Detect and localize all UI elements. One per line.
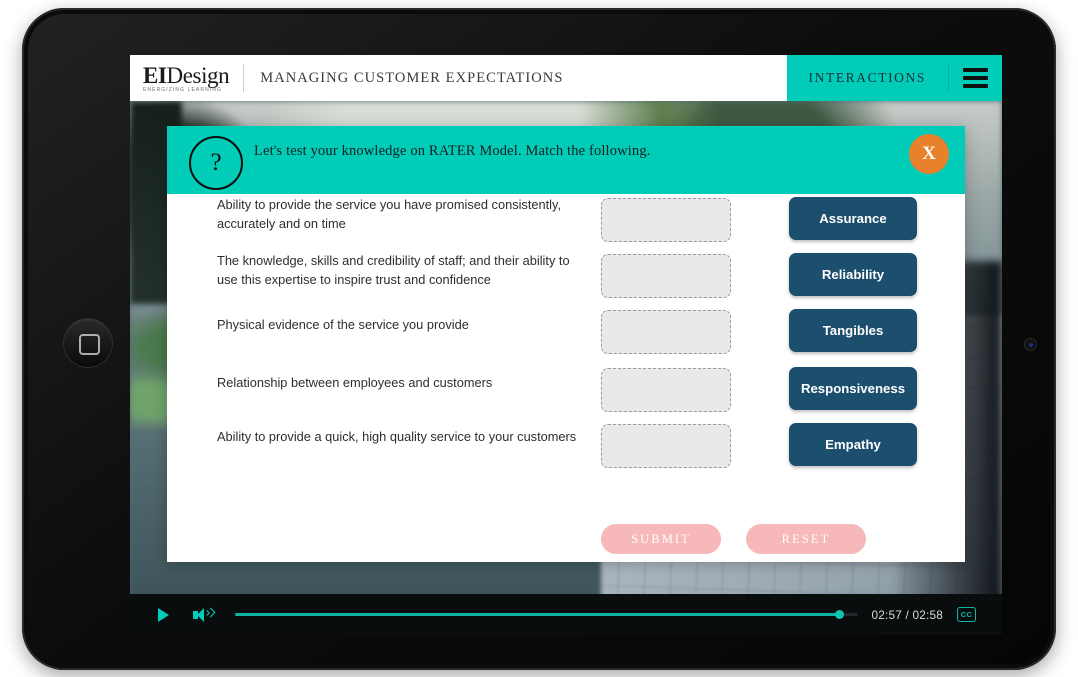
hamburger-bar: [963, 84, 988, 88]
quiz-actions: SUBMIT RESET: [601, 524, 866, 554]
submit-button[interactable]: SUBMIT: [601, 524, 721, 554]
logo-text: EIDesign: [143, 62, 230, 88]
drop-zone[interactable]: [601, 198, 731, 242]
front-camera-icon: [1025, 339, 1036, 350]
header-divider: [243, 64, 245, 92]
volume-icon[interactable]: [193, 607, 216, 623]
quiz-modal-header: ? Let's test your knowledge on RATER Mod…: [167, 126, 965, 194]
hamburger-bar: [963, 68, 988, 72]
option-button-assurance[interactable]: Assurance: [789, 197, 917, 240]
drop-zone[interactable]: [601, 310, 731, 354]
reset-button[interactable]: RESET: [746, 524, 866, 554]
closed-caption-icon[interactable]: CC: [957, 607, 976, 622]
match-row: Ability to provide a quick, high quality…: [167, 416, 965, 470]
quiz-modal: ? Let's test your knowledge on RATER Mod…: [167, 126, 965, 562]
camera-lens: [1028, 342, 1033, 347]
match-prompt: Relationship between employees and custo…: [217, 375, 493, 390]
time-display: 02:57 / 02:58: [871, 607, 943, 622]
tablet-screen: EIDesign ENERGIZING LEARNING MANAGING CU…: [130, 55, 1002, 635]
drop-zone[interactable]: [601, 424, 731, 468]
match-row: The knowledge, skills and credibility of…: [167, 250, 965, 306]
progress-handle[interactable]: [834, 610, 844, 619]
tablet-device: EIDesign ENERGIZING LEARNING MANAGING CU…: [22, 8, 1056, 670]
option-button-reliability[interactable]: Reliability: [789, 253, 917, 296]
interactions-button[interactable]: INTERACTIONS: [787, 55, 948, 101]
volume-cone: [197, 607, 204, 622]
option-button-responsiveness[interactable]: Responsiveness: [789, 367, 917, 410]
match-prompt: Ability to provide a quick, high quality…: [217, 429, 577, 444]
close-icon[interactable]: X: [909, 134, 949, 174]
drop-zone[interactable]: [601, 368, 731, 412]
brand-logo[interactable]: EIDesign ENERGIZING LEARNING: [130, 64, 260, 93]
home-button-icon[interactable]: [64, 319, 112, 367]
hamburger-bar: [963, 76, 988, 80]
header-actions: INTERACTIONS: [786, 55, 1002, 101]
match-prompt: Physical evidence of the service you pro…: [217, 317, 469, 332]
course-header: EIDesign ENERGIZING LEARNING MANAGING CU…: [130, 55, 1002, 101]
logo-text-bold: EI: [143, 62, 167, 88]
match-row: Ability to provide the service you have …: [167, 194, 965, 250]
quiz-modal-body: Ability to provide the service you have …: [167, 194, 965, 562]
page-title: MANAGING CUSTOMER EXPECTATIONS: [260, 69, 564, 86]
logo-tagline: ENERGIZING LEARNING: [143, 86, 222, 93]
logo-text-rest: Design: [166, 62, 230, 88]
quiz-instruction: Let's test your knowledge on RATER Model…: [254, 143, 651, 159]
match-prompt: Ability to provide the service you have …: [217, 197, 562, 231]
progress-bar[interactable]: [235, 610, 858, 619]
matching-grid: Ability to provide the service you have …: [167, 194, 965, 470]
question-mark-icon: ?: [189, 136, 243, 190]
option-button-tangibles[interactable]: Tangibles: [789, 309, 917, 352]
match-prompt: The knowledge, skills and credibility of…: [217, 253, 570, 287]
screenshot-root: EIDesign ENERGIZING LEARNING MANAGING CU…: [0, 0, 1078, 677]
drop-zone[interactable]: [601, 254, 731, 298]
home-button-square: [79, 334, 100, 355]
question-mark-glyph: ?: [210, 149, 222, 176]
option-button-empathy[interactable]: Empathy: [789, 423, 917, 466]
video-controls: 02:57 / 02:58 CC: [130, 594, 1002, 635]
progress-fill: [235, 613, 839, 616]
play-icon[interactable]: [158, 607, 169, 622]
match-row: Relationship between employees and custo…: [167, 362, 965, 416]
match-row: Physical evidence of the service you pro…: [167, 306, 965, 362]
hamburger-menu-icon[interactable]: [949, 55, 1002, 101]
